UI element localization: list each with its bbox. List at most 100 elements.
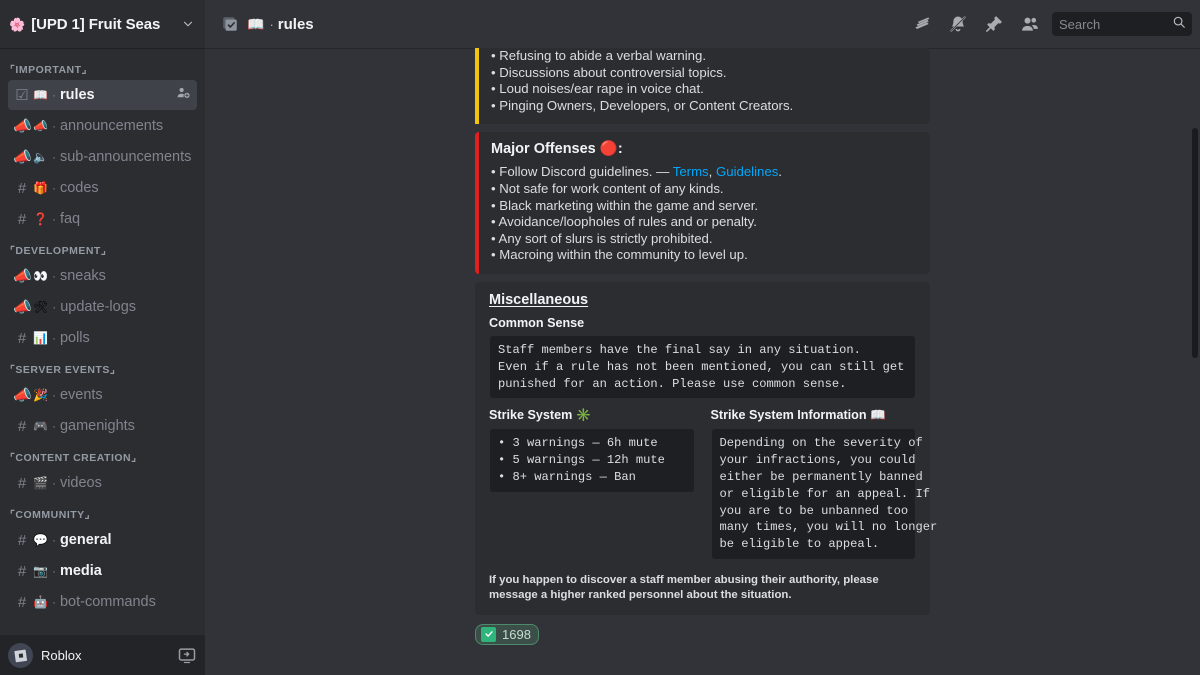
sidebar-item-sub-announcements[interactable]: 📣🔈 · sub-announcements: [8, 142, 197, 172]
strike-columns: Strike System ✳️ • 3 warnings — 6h mute …: [489, 408, 916, 560]
channel-dot-separator: ·: [52, 212, 56, 226]
user-panel[interactable]: Roblox: [0, 635, 205, 675]
avatar[interactable]: [8, 643, 33, 668]
add-member-icon[interactable]: [176, 85, 191, 105]
guidelines-line-suffix: .: [778, 164, 782, 179]
channel-emoji: 🎉: [33, 389, 48, 401]
search-input[interactable]: Search: [1052, 12, 1192, 36]
hash-icon: #: [13, 181, 31, 196]
sidebar-item-label: events: [60, 387, 191, 403]
hash-icon: #: [13, 331, 31, 346]
miscellaneous-title: Miscellaneous: [489, 292, 916, 308]
channel-emoji: 📷: [33, 565, 48, 577]
embed-bullet-line: • Refusing to abide a verbal warning.: [491, 48, 918, 65]
hash-icon: #: [13, 533, 31, 548]
channel-emoji: 🛠: [33, 301, 48, 313]
channel-emoji: 💬: [33, 534, 48, 546]
chevron-down-icon[interactable]: [181, 17, 195, 31]
pinned-messages-icon[interactable]: [984, 14, 1004, 34]
channel-sidebar: 🌸 [UPD 1] Fruit Seas ⌜IMPORTANT⌟☑📖·rules…: [0, 0, 205, 675]
sidebar-item-faq[interactable]: #❓·faq: [8, 204, 197, 234]
announcement-icon: 📣: [13, 119, 31, 134]
rules-checklist-icon: ☑: [13, 88, 31, 103]
sidebar-item-label: rules: [60, 87, 176, 103]
strike-info-column: Strike System Information 📖 Depending on…: [711, 408, 917, 560]
common-sense-codeblock: Staff members have the final say in any …: [489, 335, 916, 399]
share-screen-icon[interactable]: [177, 645, 197, 665]
sidebar-item-label: update-logs: [60, 299, 191, 315]
sidebar-item-label: codes: [60, 180, 191, 196]
major-offenses-title: Major Offenses 🔴:: [491, 140, 918, 157]
channel-dot-separator: ·: [52, 181, 56, 195]
channel-emoji: 📖: [247, 16, 264, 33]
sidebar-item-label: faq: [60, 211, 191, 227]
sidebar-item-label: polls: [60, 330, 191, 346]
search-placeholder: Search: [1059, 17, 1172, 32]
embed-bullet-line: • Avoidance/loopholes of rules and or pe…: [491, 214, 918, 231]
member-list-icon[interactable]: [1020, 14, 1040, 34]
sidebar-item-polls[interactable]: #📊·polls: [8, 323, 197, 353]
sidebar-item-codes[interactable]: #🎁·codes: [8, 173, 197, 203]
terms-link[interactable]: Terms: [673, 164, 709, 179]
channel-emoji: 🎬: [33, 477, 48, 489]
category-header[interactable]: ⌜IMPORTANT⌟: [0, 54, 205, 79]
major-offenses-title-text: Major Offenses: [491, 141, 596, 157]
server-header[interactable]: 🌸 [UPD 1] Fruit Seas: [0, 0, 205, 48]
sidebar-item-label: announcements: [60, 118, 191, 134]
threads-icon[interactable]: [912, 14, 932, 34]
sidebar-item-update-logs[interactable]: 📣🛠 · update-logs: [8, 292, 197, 322]
sidebar-item-sneaks[interactable]: 📣👀·sneaks: [8, 261, 197, 291]
major-offenses-list: • Not safe for work content of any kinds…: [491, 181, 918, 264]
embed-major-offenses: Major Offenses 🔴: • Follow Discord guide…: [475, 132, 930, 274]
sidebar-item-events[interactable]: 📣🎉·events: [8, 380, 197, 410]
category-header[interactable]: ⌜CONTENT CREATION⌟: [0, 442, 205, 467]
notifications-muted-icon[interactable]: [948, 14, 968, 34]
search-icon[interactable]: [1172, 15, 1186, 34]
server-icon: 🌸: [9, 18, 25, 31]
sidebar-item-rules[interactable]: ☑📖·rules: [8, 80, 197, 110]
major-offenses-line-links: • Follow Discord guidelines. — Terms, Gu…: [491, 164, 918, 181]
channel-emoji: 🔈: [33, 151, 48, 163]
channel-dot-separator: ·: [52, 564, 56, 578]
channel-dot-separator: ·: [52, 300, 56, 314]
category-header[interactable]: ⌜DEVELOPMENT⌟: [0, 235, 205, 260]
category-header[interactable]: ⌜COMMUNITY⌟: [0, 499, 205, 524]
channel-emoji: 👀: [33, 270, 48, 282]
embed-minor-offenses: • Refusing to abide a verbal warning.• D…: [475, 48, 930, 124]
sidebar-item-videos[interactable]: #🎬·videos: [8, 468, 197, 498]
sidebar-item-announcements[interactable]: 📣📣·announcements: [8, 111, 197, 141]
channel-dot-separator: ·: [52, 419, 56, 433]
common-sense-heading: Common Sense: [489, 316, 916, 330]
sidebar-item-gamenights[interactable]: #🎮·gamenights: [8, 411, 197, 441]
strike-info-heading-text: Strike System Information: [711, 408, 867, 422]
channel-dot-separator: ·: [52, 150, 56, 164]
message-container: • Refusing to abide a verbal warning.• D…: [205, 48, 1200, 645]
hash-icon: #: [13, 564, 31, 579]
channel-emoji: 📣: [33, 120, 48, 132]
hash-icon: #: [13, 212, 31, 227]
embed-bullet-line: • Pinging Owners, Developers, or Content…: [491, 98, 918, 115]
strike-system-codeblock: • 3 warnings — 6h mute • 5 warnings — 12…: [489, 428, 695, 492]
hash-icon: #: [13, 595, 31, 610]
channel-list[interactable]: ⌜IMPORTANT⌟☑📖·rules📣📣·announcements📣🔈·su…: [0, 48, 205, 635]
discord-app: 🌸 [UPD 1] Fruit Seas ⌜IMPORTANT⌟☑📖·rules…: [0, 0, 1200, 675]
channel-dot-separator: ·: [52, 331, 56, 345]
embed-bullet-line: • Not safe for work content of any kinds…: [491, 181, 918, 198]
sidebar-item-general[interactable]: #💬·general: [8, 525, 197, 555]
sidebar-item-media[interactable]: #📷·media: [8, 556, 197, 586]
guidelines-link[interactable]: Guidelines: [716, 164, 778, 179]
book-emoji: 📖: [870, 408, 886, 422]
category-header[interactable]: ⌜SERVER EVENTS⌟: [0, 354, 205, 379]
sidebar-item-label: videos: [60, 475, 191, 491]
message-area[interactable]: • Refusing to abide a verbal warning.• D…: [205, 48, 1200, 675]
sidebar-item-label: sub-announcements: [60, 149, 191, 165]
embed-miscellaneous: Miscellaneous Common Sense Staff members…: [475, 282, 930, 615]
message-scrollbar[interactable]: [1192, 128, 1198, 358]
sidebar-item-bot-commands[interactable]: #🤖·bot-commands: [8, 587, 197, 617]
channel-emoji: 🎮: [33, 420, 48, 432]
embed-bullet-line: • Macroing within the community to level…: [491, 247, 918, 264]
message-reaction[interactable]: 1698: [475, 624, 539, 645]
announcement-icon: 📣: [13, 300, 31, 315]
announcement-icon: 📣: [13, 150, 31, 165]
hash-icon: #: [13, 476, 31, 491]
